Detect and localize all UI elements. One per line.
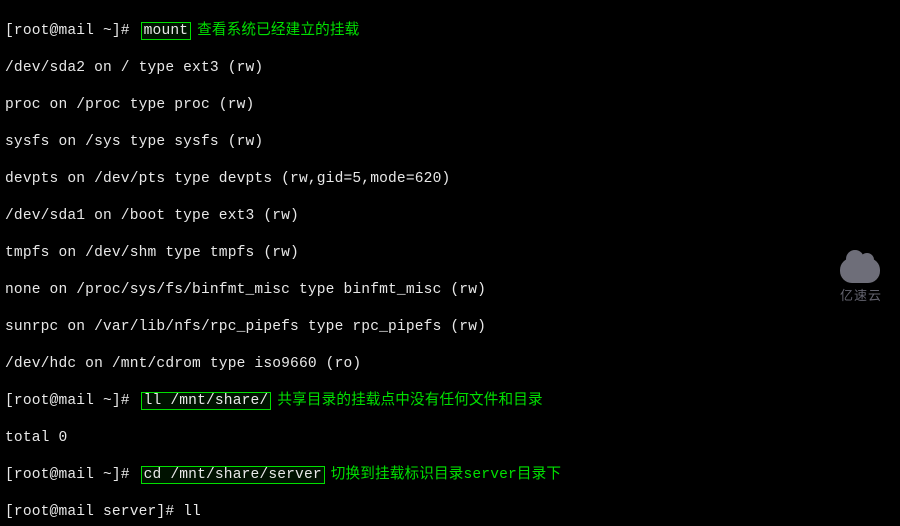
anno-mount-1: 查看系统已经建立的挂载 (193, 22, 359, 41)
prompt: [root@mail ~]# (5, 467, 139, 483)
terminal-session[interactable]: [root@mail ~]# mount查看系统已经建立的挂载 /dev/sda… (0, 0, 900, 526)
mount-out: none on /proc/sys/fs/binfmt_misc type bi… (5, 281, 895, 300)
mount-out: /dev/sda2 on / type ext3 (rw) (5, 59, 895, 78)
mount-out: tmpfs on /dev/shm type tmpfs (rw) (5, 244, 895, 263)
mount-out: devpts on /dev/pts type devpts (rw,gid=5… (5, 170, 895, 189)
cmd-mount-1: mount (141, 22, 192, 40)
mount-out: proc on /proc type proc (rw) (5, 96, 895, 115)
cmd-ll-share: ll /mnt/share/ (141, 392, 272, 410)
anno-cd-server: 切换到挂载标识目录server目录下 (327, 466, 561, 485)
mount-out: /dev/hdc on /mnt/cdrom type iso9660 (ro) (5, 355, 895, 374)
mount-out: /dev/sda1 on /boot type ext3 (rw) (5, 207, 895, 226)
anno-ll-share: 共享目录的挂载点中没有任何文件和目录 (273, 392, 542, 411)
prompt: [root@mail ~]# (5, 393, 139, 409)
prompt: [root@mail ~]# (5, 23, 139, 39)
cmd-cd-server: cd /mnt/share/server (141, 466, 325, 484)
ll-cmd: [root@mail server]# ll (5, 503, 895, 522)
mount-out: sysfs on /sys type sysfs (rw) (5, 133, 895, 152)
ll-total: total 0 (5, 429, 895, 448)
mount-out: sunrpc on /var/lib/nfs/rpc_pipefs type r… (5, 318, 895, 337)
